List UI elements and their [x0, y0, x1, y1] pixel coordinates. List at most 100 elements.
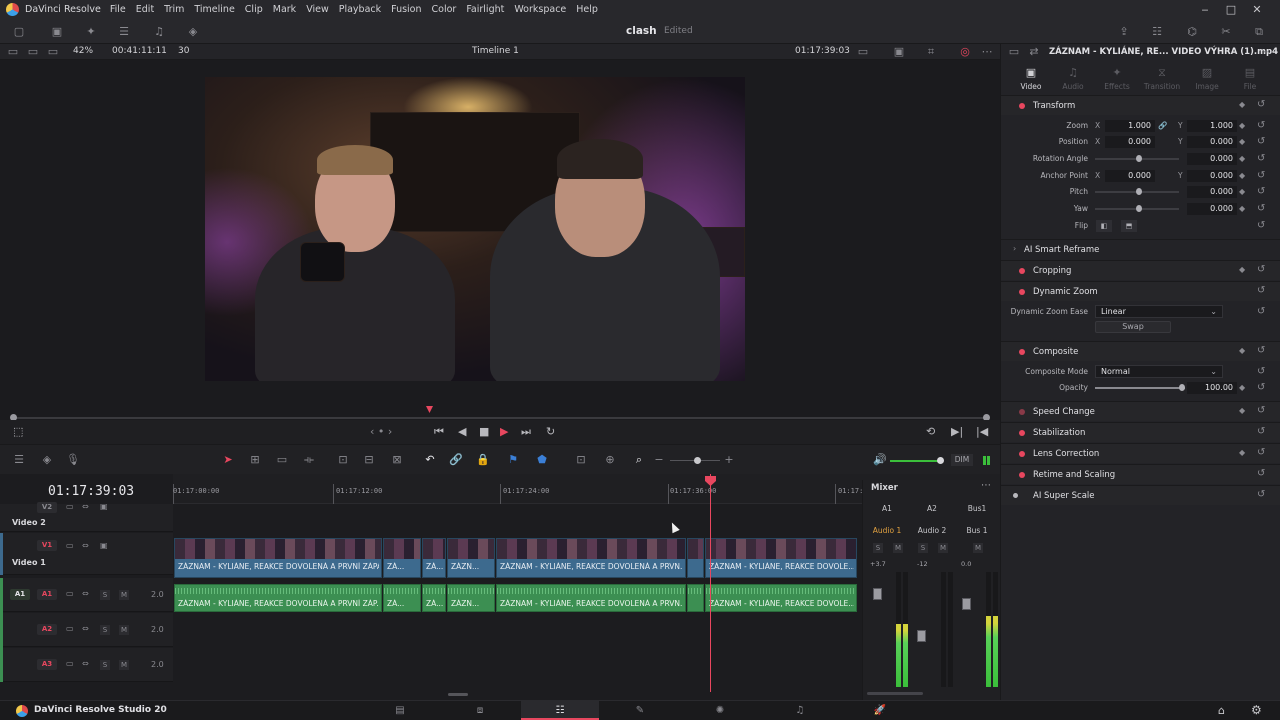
audio-icon[interactable]: ♫	[1053, 66, 1093, 79]
tab-transition[interactable]: Transition	[1142, 82, 1182, 91]
swap-button[interactable]: Swap	[1095, 321, 1171, 333]
link-icon[interactable]: 🔗	[1158, 121, 1167, 130]
track-a1-mute[interactable]: M	[119, 590, 129, 600]
crop-icon[interactable]: ⬚	[13, 425, 23, 438]
mixer-a1-fader[interactable]	[873, 588, 882, 600]
tab-audio[interactable]: Audio	[1053, 82, 1093, 91]
menu-mark[interactable]: Mark	[268, 4, 301, 15]
cut-page-tab[interactable]: ⧈	[441, 701, 519, 720]
fairlight-page-tab[interactable]: ♫	[761, 701, 839, 720]
tab-video[interactable]: Video	[1011, 82, 1051, 91]
transform-overlay-icon[interactable]: ▣	[892, 45, 906, 58]
voiceover-icon[interactable]: 🎙	[66, 453, 80, 466]
section-transform[interactable]: Transform ◆ ↺	[1001, 95, 1280, 115]
jog-icon[interactable]: ‹ • ›	[370, 425, 392, 438]
media-pool-icon[interactable]: ▢	[12, 25, 26, 38]
source-patch-a1[interactable]: A1	[10, 589, 30, 600]
scrub-playhead[interactable]	[426, 406, 433, 413]
menu-clip[interactable]: Clip	[240, 4, 268, 15]
keyframe-icon[interactable]: ◆	[1239, 154, 1245, 163]
ai-super-scale-toggle[interactable]	[1013, 493, 1018, 498]
position-lock-icon[interactable]: 🔒	[476, 453, 490, 466]
zoom-full-icon[interactable]: ⊡	[574, 453, 588, 466]
menu-color[interactable]: Color	[427, 4, 462, 15]
menu-trim[interactable]: Trim	[159, 4, 189, 15]
bypass-icon[interactable]: ◎	[958, 45, 972, 58]
timeline-horizontal-scrollbar[interactable]	[448, 693, 468, 696]
lens-correction-toggle[interactable]	[1019, 451, 1025, 457]
menu-view[interactable]: View	[301, 4, 334, 15]
mixer-bus1-fader[interactable]	[962, 598, 971, 610]
video-clip[interactable]: ZÁZNAM - KYLIÁNE, REAKCE DOVOLENÁ A PRVN…	[496, 538, 686, 578]
auto-track-icon[interactable]: ⇔	[82, 589, 89, 598]
reset-icon[interactable]: ↺	[1257, 136, 1265, 147]
reset-icon[interactable]: ↺	[1257, 468, 1265, 479]
play-icon[interactable]: ▶	[500, 425, 508, 438]
audio-clip[interactable]	[687, 584, 704, 612]
menu-timeline[interactable]: Timeline	[189, 4, 239, 15]
color-page-tab[interactable]: ✺	[681, 701, 759, 720]
rotation-slider-knob[interactable]	[1136, 155, 1142, 162]
track-header-v1[interactable]: V1 ▭ ⇔ ▣ Video 1	[0, 533, 173, 575]
monitor-volume-knob[interactable]	[937, 457, 944, 464]
timeline-playhead[interactable]	[710, 474, 711, 692]
track-lock-icon[interactable]: ▭	[66, 589, 74, 598]
marker-icon[interactable]: ⬟	[535, 453, 549, 466]
share-icon[interactable]: ⇪	[1117, 25, 1131, 38]
reset-icon[interactable]: ↺	[1257, 366, 1265, 377]
yaw-field[interactable]: 0.000	[1187, 203, 1237, 215]
section-stabilization[interactable]: Stabilization ↺	[1001, 422, 1280, 442]
mixer-bus1-mute[interactable]: M	[973, 543, 983, 553]
reset-icon[interactable]: ↺	[1257, 447, 1265, 458]
transition-icon[interactable]: ⧖	[1142, 66, 1182, 80]
track-header-a2[interactable]: A2 ▭ ⇔ S M 2.0	[0, 613, 173, 647]
play-reverse-icon[interactable]: ◀	[458, 425, 466, 438]
track-visibility-icon[interactable]: ▣	[100, 541, 108, 550]
blade-tool-icon[interactable]: ⟛	[302, 453, 316, 466]
auto-track-icon[interactable]: ⇔	[82, 659, 89, 668]
anchor-y-field[interactable]: 0.000	[1187, 170, 1237, 182]
transform-enable-toggle[interactable]	[1019, 103, 1025, 109]
markers-icon[interactable]: ◈	[186, 25, 200, 38]
stop-icon[interactable]: ■	[479, 425, 489, 438]
track-a2-mute[interactable]: M	[119, 625, 129, 635]
layout3-icon[interactable]: ▭	[46, 45, 60, 58]
flag-icon[interactable]: ⚑	[506, 453, 520, 466]
video-clip[interactable]: ZÁZN...	[447, 538, 495, 578]
dynamic-zoom-toggle[interactable]	[1019, 289, 1025, 295]
layout-icon[interactable]: ▭	[6, 45, 20, 58]
rotation-field[interactable]: 0.000	[1187, 153, 1237, 165]
mixer-a2-solo[interactable]: S	[918, 543, 928, 553]
reset-icon[interactable]: ↺	[1257, 345, 1265, 356]
go-to-start-icon[interactable]: ⏮	[434, 425, 444, 438]
viewer-zoom[interactable]: 42%	[73, 46, 93, 56]
video-clip[interactable]: ZÁ...	[383, 538, 421, 578]
video-clip[interactable]	[687, 538, 704, 578]
match-frame-icon[interactable]: ⟲	[926, 425, 935, 438]
maximize-button[interactable]: □	[1218, 0, 1244, 19]
audio-clip[interactable]: ZÁ...	[422, 584, 446, 612]
deliver-page-tab[interactable]: 🚀	[841, 701, 919, 720]
menu-fairlight[interactable]: Fairlight	[461, 4, 509, 15]
auto-track-icon[interactable]: ⇔	[82, 541, 89, 550]
layout2-icon[interactable]: ▭	[26, 45, 40, 58]
go-to-end-icon[interactable]: ⏭	[521, 425, 531, 438]
inspector-layout-icon[interactable]: ▭	[1007, 45, 1021, 58]
track-view-icon[interactable]: ◈	[40, 453, 54, 466]
keyframe-icon[interactable]: ◆	[1239, 448, 1245, 457]
pitch-field[interactable]: 0.000	[1187, 186, 1237, 198]
reset-icon[interactable]: ↺	[1257, 186, 1265, 197]
auto-track-icon[interactable]: ⇔	[82, 502, 89, 511]
zoom-custom-icon[interactable]: ⌕	[632, 453, 646, 466]
track-a2-solo[interactable]: S	[100, 625, 110, 635]
volume-icon[interactable]: 🔊	[873, 453, 887, 466]
mixer-toggle-icon[interactable]: ☷	[1150, 25, 1164, 38]
stabilization-toggle[interactable]	[1019, 430, 1025, 436]
section-ai-smart-reframe[interactable]: › AI Smart Reframe	[1001, 239, 1280, 259]
close-button[interactable]: ✕	[1244, 0, 1270, 19]
audio-clip[interactable]: ZÁZN...	[447, 584, 495, 612]
timeline-options-icon[interactable]: ☰	[12, 453, 26, 466]
loop-icon[interactable]: ↻	[546, 425, 555, 438]
keyframe-icon[interactable]: ◆	[1239, 171, 1245, 180]
settings-gear-icon[interactable]: ⚙	[1251, 703, 1262, 717]
